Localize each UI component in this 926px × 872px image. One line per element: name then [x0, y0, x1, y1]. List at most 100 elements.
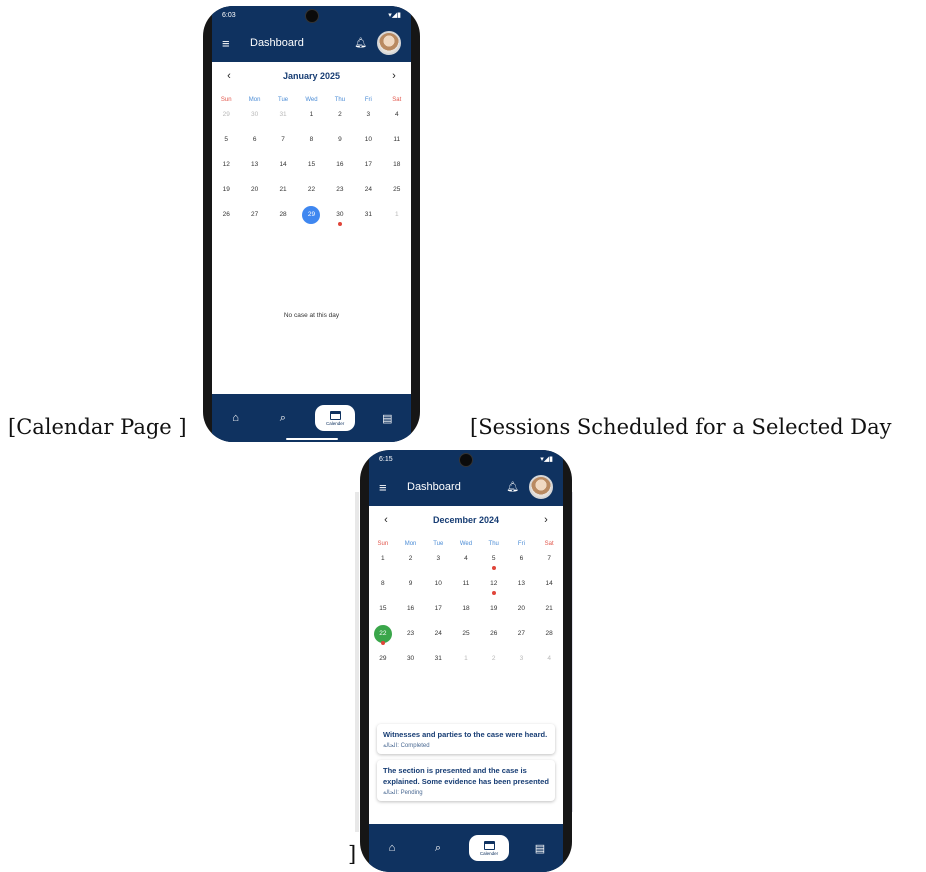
calendar-day[interactable]: 23 [397, 625, 425, 650]
calendar-day[interactable]: 31 [354, 206, 382, 231]
calendar-day[interactable]: 16 [397, 600, 425, 625]
menu-icon[interactable]: ≡ [222, 36, 242, 51]
calendar-day[interactable]: 25 [383, 181, 411, 206]
chat-icon[interactable]: ▤ [525, 842, 555, 855]
calendar-day[interactable]: 18 [383, 156, 411, 181]
calendar-day[interactable]: 29 [369, 650, 397, 675]
calendar-day[interactable]: 4 [535, 650, 563, 675]
calendar-day[interactable]: 30 [240, 106, 268, 131]
calendar-day[interactable]: 27 [240, 206, 268, 231]
calendar-day[interactable]: 14 [269, 156, 297, 181]
calendar-day[interactable]: 20 [240, 181, 268, 206]
calendar-day[interactable]: 6 [240, 131, 268, 156]
calendar-day[interactable]: 10 [424, 575, 452, 600]
calendar-day[interactable]: 31 [424, 650, 452, 675]
calendar-day[interactable]: 1 [369, 550, 397, 575]
calendar-day[interactable]: 2 [326, 106, 354, 131]
search-icon[interactable]: ⌕ [268, 412, 298, 425]
calendar-day[interactable]: 9 [326, 131, 354, 156]
home-icon[interactable]: ⌂ [377, 842, 407, 854]
caption-calendar-page: [Calendar Page ] [8, 415, 187, 439]
calendar-day[interactable]: 3 [424, 550, 452, 575]
bell-icon[interactable]: 🔔︎ [506, 482, 519, 493]
calendar-day[interactable]: 5 [480, 550, 508, 575]
calendar-day[interactable]: 21 [269, 181, 297, 206]
calendar-day[interactable]: 15 [369, 600, 397, 625]
calendar-day[interactable]: 15 [297, 156, 325, 181]
prev-month-chevron-icon[interactable]: ‹ [379, 514, 393, 526]
calendar-day[interactable]: 29 [212, 106, 240, 131]
calendar-day[interactable]: 2 [480, 650, 508, 675]
day-number: 10 [364, 136, 372, 143]
calendar-day[interactable]: 26 [212, 206, 240, 231]
calendar-day[interactable]: 17 [354, 156, 382, 181]
empty-day-message: No case at this day [283, 312, 340, 319]
day-number: 4 [547, 655, 551, 662]
calendar-day[interactable]: 25 [452, 625, 480, 650]
calendar-day[interactable]: 22 [297, 181, 325, 206]
calendar-day[interactable]: 5 [212, 131, 240, 156]
calendar-day[interactable]: 22 [369, 625, 397, 650]
session-card[interactable]: The section is presented and the case is… [377, 760, 555, 801]
calendar-day[interactable]: 12 [480, 575, 508, 600]
phone-screen: 6:15 ▾◢▮ ≡ Dashboard 🔔︎ ‹ December 2024 … [369, 450, 563, 872]
calendar-day[interactable]: 16 [326, 156, 354, 181]
calendar-day[interactable]: 1 [452, 650, 480, 675]
home-icon[interactable]: ⌂ [221, 412, 251, 424]
calendar-day[interactable]: 11 [383, 131, 411, 156]
calendar-day[interactable]: 7 [535, 550, 563, 575]
calendar-day[interactable]: 2 [397, 550, 425, 575]
day-number: 29 [302, 206, 321, 224]
calendar-day[interactable]: 10 [354, 131, 382, 156]
calendar-day[interactable]: 17 [424, 600, 452, 625]
calendar-day[interactable]: 3 [508, 650, 536, 675]
gesture-home-bar[interactable] [285, 438, 338, 440]
calendar-day[interactable]: 28 [269, 206, 297, 231]
calendar-day[interactable]: 8 [297, 131, 325, 156]
calendar-day[interactable]: 8 [369, 575, 397, 600]
calendar-day[interactable]: 30 [397, 650, 425, 675]
calendar-day[interactable]: 9 [397, 575, 425, 600]
calendar-day[interactable]: 24 [354, 181, 382, 206]
calendar-day[interactable]: 19 [212, 181, 240, 206]
avatar[interactable] [529, 475, 553, 499]
avatar[interactable] [377, 31, 401, 55]
calendar-day[interactable]: 29 [297, 206, 325, 231]
search-icon[interactable]: ⌕ [423, 842, 453, 855]
calendar-day[interactable]: 28 [535, 625, 563, 650]
calendar-day[interactable]: 4 [452, 550, 480, 575]
calendar-day[interactable]: 21 [535, 600, 563, 625]
status-time: 6:03 [222, 11, 236, 19]
calendar-day[interactable]: 1 [383, 206, 411, 231]
session-card[interactable]: Witnesses and parties to the case were h… [377, 724, 555, 754]
calendar-day[interactable]: 1 [297, 106, 325, 131]
calendar-day[interactable]: 27 [508, 625, 536, 650]
bell-icon[interactable]: 🔔︎ [354, 38, 367, 49]
calendar-day[interactable]: 24 [424, 625, 452, 650]
calendar-day[interactable]: 13 [508, 575, 536, 600]
signal-battery-icon: ▾◢▮ [540, 456, 553, 463]
calendar-day[interactable]: 7 [269, 131, 297, 156]
calendar-day[interactable]: 3 [354, 106, 382, 131]
calendar-nav-button[interactable]: Calender [315, 405, 356, 431]
day-number: 24 [364, 186, 372, 193]
calendar-day[interactable]: 13 [240, 156, 268, 181]
calendar-day[interactable]: 4 [383, 106, 411, 131]
calendar-day[interactable]: 30 [326, 206, 354, 231]
calendar-day[interactable]: 23 [326, 181, 354, 206]
calendar-nav-button[interactable]: Calender [469, 835, 509, 861]
calendar-day[interactable]: 31 [269, 106, 297, 131]
calendar-day[interactable]: 6 [508, 550, 536, 575]
calendar-day[interactable]: 14 [535, 575, 563, 600]
next-month-chevron-icon[interactable]: › [387, 70, 401, 82]
calendar-day[interactable]: 19 [480, 600, 508, 625]
calendar-day[interactable]: 11 [452, 575, 480, 600]
calendar-day[interactable]: 12 [212, 156, 240, 181]
menu-icon[interactable]: ≡ [379, 480, 399, 495]
calendar-day[interactable]: 26 [480, 625, 508, 650]
calendar-day[interactable]: 20 [508, 600, 536, 625]
chat-icon[interactable]: ▤ [372, 412, 402, 425]
next-month-chevron-icon[interactable]: › [539, 514, 553, 526]
prev-month-chevron-icon[interactable]: ‹ [222, 70, 236, 82]
calendar-day[interactable]: 18 [452, 600, 480, 625]
